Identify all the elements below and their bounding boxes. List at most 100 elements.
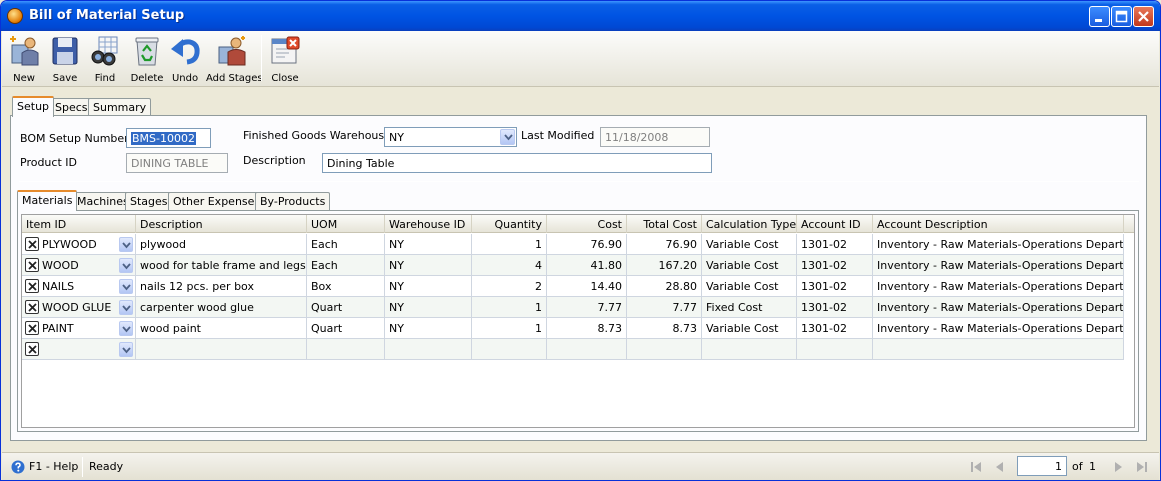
cell-description[interactable]: wood paint	[136, 318, 307, 339]
column-header-cost[interactable]: Cost	[547, 215, 627, 233]
cell-account-id[interactable]: 1301-02	[797, 297, 873, 318]
cell-warehouse-id[interactable]: NY	[385, 255, 472, 276]
cell-account-description[interactable]: Inventory - Raw Materials-Operations Dep…	[873, 276, 1124, 297]
description-field[interactable]: Dining Table	[322, 153, 712, 173]
help-hint[interactable]: F1 - Help	[29, 460, 78, 473]
tab-other-expenses[interactable]: Other Expenses	[168, 192, 266, 211]
cell-warehouse-id[interactable]: NY	[385, 234, 472, 255]
cell-account-description[interactable]	[873, 339, 1124, 360]
cell-cost[interactable]: 76.90	[547, 234, 627, 255]
save-button[interactable]: Save	[48, 33, 82, 85]
cell-account-id[interactable]	[797, 339, 873, 360]
cell-uom[interactable]: Box	[307, 276, 385, 297]
cell-account-id[interactable]: 1301-02	[797, 276, 873, 297]
cell-account-description[interactable]: Inventory - Raw Materials-Operations Dep…	[873, 297, 1124, 318]
item-id-dropdown-button[interactable]	[119, 342, 133, 357]
find-button[interactable]: Find	[88, 33, 122, 85]
cell-uom[interactable]: Quart	[307, 297, 385, 318]
materials-grid[interactable]: Item ID Description UOM Warehouse ID Quantit…	[21, 214, 1135, 428]
cell-item-id[interactable]: PAINT	[22, 318, 136, 339]
delete-row-button[interactable]	[25, 258, 39, 272]
undo-button[interactable]: Undo	[168, 33, 202, 85]
table-row[interactable]: WOOD GLUE carpenter wood glue Quart NY 1 7.77…	[22, 297, 1124, 318]
product-id-field[interactable]: DINING TABLE	[126, 153, 228, 173]
item-id-dropdown-button[interactable]	[119, 300, 133, 315]
finished-goods-warehouse-select[interactable]: NY	[384, 127, 517, 147]
item-id-dropdown-button[interactable]	[119, 258, 133, 273]
item-id-dropdown-button[interactable]	[119, 321, 133, 336]
cell-quantity[interactable]: 1	[472, 297, 547, 318]
page-number-input[interactable]: 1	[1017, 456, 1067, 476]
cell-calculation-type[interactable]: Fixed Cost	[702, 297, 797, 318]
cell-warehouse-id[interactable]	[385, 339, 472, 360]
cell-calculation-type[interactable]: Variable Cost	[702, 255, 797, 276]
column-header-account-id[interactable]: Account ID	[797, 215, 873, 233]
cell-account-id[interactable]: 1301-02	[797, 234, 873, 255]
cell-item-id[interactable]: NAILS	[22, 276, 136, 297]
cell-calculation-type[interactable]	[702, 339, 797, 360]
cell-quantity[interactable]: 1	[472, 234, 547, 255]
cell-uom[interactable]	[307, 339, 385, 360]
cell-description[interactable]: plywood	[136, 234, 307, 255]
cell-cost[interactable]: 7.77	[547, 297, 627, 318]
table-row[interactable]: PLYWOOD plywood Each NY 1 76.90 76.90 Variable …	[22, 234, 1124, 255]
cell-item-id[interactable]	[22, 339, 136, 360]
cell-account-description[interactable]: Inventory - Raw Materials-Operations Dep…	[873, 318, 1124, 339]
column-header-quantity[interactable]: Quantity	[472, 215, 547, 233]
cell-warehouse-id[interactable]: NY	[385, 297, 472, 318]
delete-row-button[interactable]	[25, 342, 39, 356]
table-row[interactable]: NAILS nails 12 pcs. per box Box NY 2 14.40 28.…	[22, 276, 1124, 297]
cell-total-cost[interactable]: 7.77	[627, 297, 702, 318]
cell-total-cost[interactable]: 76.90	[627, 234, 702, 255]
bom-setup-number-field[interactable]: BMS-10002	[126, 128, 211, 148]
delete-row-button[interactable]	[25, 300, 39, 314]
delete-row-button[interactable]	[25, 237, 39, 251]
cell-item-id[interactable]: WOOD	[22, 255, 136, 276]
cell-uom[interactable]: Each	[307, 255, 385, 276]
cell-total-cost[interactable]: 8.73	[627, 318, 702, 339]
previous-page-icon[interactable]	[992, 459, 1008, 475]
cell-calculation-type[interactable]: Variable Cost	[702, 318, 797, 339]
cell-cost[interactable]: 14.40	[547, 276, 627, 297]
maximize-button[interactable]	[1111, 6, 1132, 27]
title-bar[interactable]: Bill of Material Setup	[1, 1, 1160, 31]
delete-row-button[interactable]	[25, 279, 39, 293]
cell-total-cost[interactable]: 28.80	[627, 276, 702, 297]
cell-calculation-type[interactable]: Variable Cost	[702, 234, 797, 255]
column-header-account-description[interactable]: Account Description	[873, 215, 1124, 233]
cell-description[interactable]	[136, 339, 307, 360]
column-header-calculation-type[interactable]: Calculation Type	[702, 215, 797, 233]
tab-materials[interactable]: Materials	[17, 190, 78, 211]
cell-quantity[interactable]: 4	[472, 255, 547, 276]
tab-by-products[interactable]: By-Products	[255, 192, 331, 211]
cell-quantity[interactable]: 2	[472, 276, 547, 297]
cell-quantity[interactable]: 1	[472, 318, 547, 339]
column-header-warehouse-id[interactable]: Warehouse ID	[385, 215, 472, 233]
add-stages-button[interactable]: Add Stages	[206, 33, 263, 85]
new-button[interactable]: New	[6, 33, 42, 85]
item-id-dropdown-button[interactable]	[119, 279, 133, 294]
item-id-dropdown-button[interactable]	[119, 237, 133, 252]
cell-description[interactable]: wood for table frame and legs	[136, 255, 307, 276]
column-header-item-id[interactable]: Item ID	[22, 215, 136, 233]
table-row[interactable]	[22, 339, 1124, 360]
next-page-icon[interactable]	[1110, 459, 1126, 475]
first-page-icon[interactable]	[968, 459, 984, 475]
cell-item-id[interactable]: WOOD GLUE	[22, 297, 136, 318]
table-row[interactable]: PAINT wood paint Quart NY 1 8.73 8.73 Variable …	[22, 318, 1124, 339]
column-header-total-cost[interactable]: Total Cost	[627, 215, 702, 233]
cell-warehouse-id[interactable]: NY	[385, 276, 472, 297]
minimize-button[interactable]	[1089, 6, 1110, 27]
window-close-button[interactable]	[1133, 6, 1154, 27]
warehouse-dropdown-button[interactable]	[500, 129, 515, 145]
cell-calculation-type[interactable]: Variable Cost	[702, 276, 797, 297]
last-page-icon[interactable]	[1134, 459, 1150, 475]
cell-uom[interactable]: Each	[307, 234, 385, 255]
delete-row-button[interactable]	[25, 321, 39, 335]
column-header-description[interactable]: Description	[136, 215, 307, 233]
cell-quantity[interactable]	[472, 339, 547, 360]
cell-account-id[interactable]: 1301-02	[797, 318, 873, 339]
cell-total-cost[interactable]	[627, 339, 702, 360]
cell-cost[interactable]	[547, 339, 627, 360]
cell-cost[interactable]: 41.80	[547, 255, 627, 276]
